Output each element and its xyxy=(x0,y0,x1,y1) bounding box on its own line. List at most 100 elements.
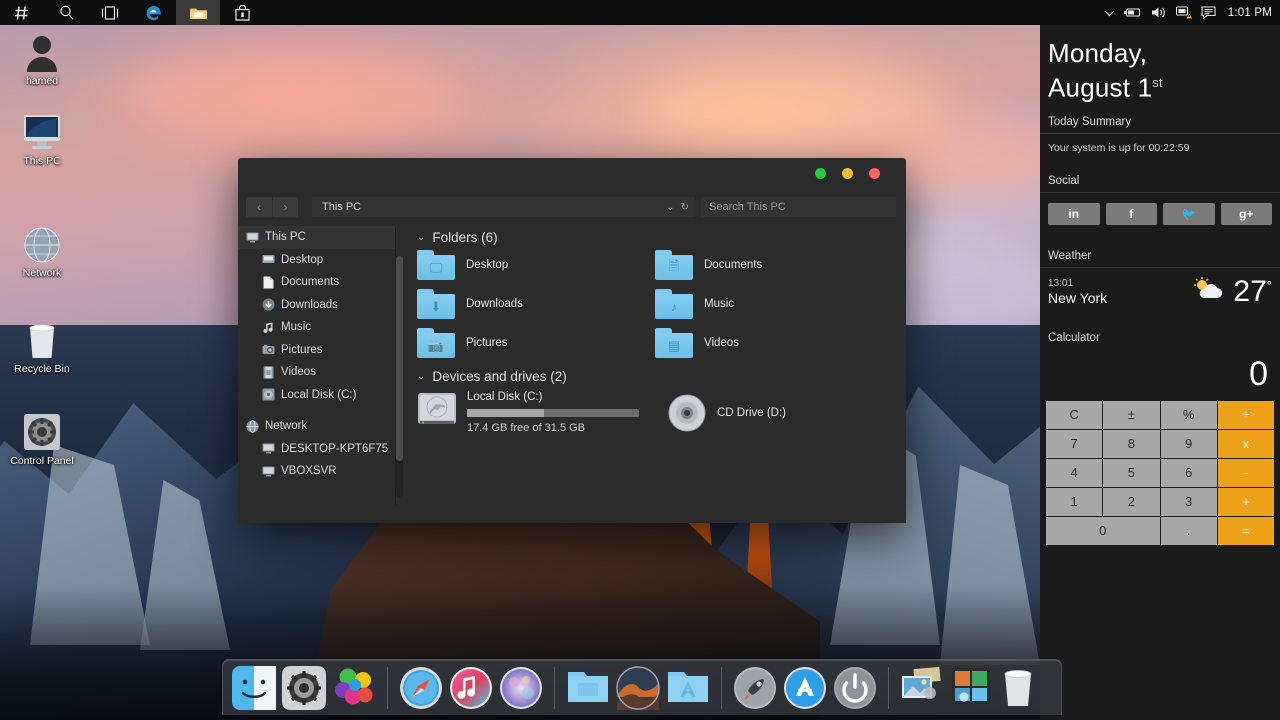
store-button[interactable] xyxy=(220,0,264,25)
scrollbar-thumb[interactable] xyxy=(396,256,403,461)
calc-key-3[interactable]: 3 xyxy=(1160,487,1217,516)
back-button[interactable]: ‹ xyxy=(246,197,272,217)
weather-widget[interactable]: 13:01 New York 27° xyxy=(1040,268,1280,319)
search-input[interactable]: Search This PC xyxy=(701,197,896,217)
calc-key-1[interactable]: 1 xyxy=(1046,487,1103,516)
start-button[interactable] xyxy=(0,0,44,25)
notification-icon[interactable] xyxy=(1201,6,1216,19)
folder-item-documents[interactable]: 🗎 Documents xyxy=(655,250,893,280)
calc-key-7[interactable]: 7 xyxy=(1046,429,1103,458)
chevron-down-icon[interactable]: ⌄ xyxy=(666,202,674,213)
sidebar-item-documents[interactable]: Documents xyxy=(238,271,395,294)
search-button[interactable] xyxy=(44,0,88,25)
sidebar-item-music[interactable]: Music xyxy=(238,316,395,339)
file-explorer-button[interactable] xyxy=(176,0,220,25)
folder-item-music[interactable]: ♪ Music xyxy=(655,289,893,319)
drive-item-cd-drive[interactable]: CD Drive (D:) xyxy=(667,391,906,434)
dock-itunes[interactable] xyxy=(449,666,493,710)
calc-key-decimal[interactable]: . xyxy=(1160,516,1217,545)
dock-power[interactable] xyxy=(833,666,877,710)
calc-key-plus[interactable]: + xyxy=(1217,487,1274,516)
folder-item-desktop[interactable]: 🖵 Desktop xyxy=(417,250,655,280)
folder-item-pictures[interactable]: 📷 Pictures xyxy=(417,328,655,358)
taskbar-clock[interactable]: 1:01 PM xyxy=(1228,7,1272,19)
dock-photos[interactable] xyxy=(499,666,543,710)
calc-key-plusminus[interactable]: ± xyxy=(1103,400,1160,429)
drive-name: Local Disk (C:) xyxy=(467,391,543,403)
sidebar-item-this-pc[interactable]: This PC xyxy=(238,226,395,249)
maximize-button[interactable] xyxy=(815,168,826,179)
chevron-up-icon[interactable] xyxy=(1104,9,1115,17)
linkedin-button[interactable]: in xyxy=(1048,202,1100,225)
calc-key-8[interactable]: 8 xyxy=(1103,429,1160,458)
dock-launchpad[interactable] xyxy=(733,666,777,710)
desktop-icon-recycle-bin[interactable]: Recycle Bin xyxy=(3,318,81,375)
dock-safari[interactable] xyxy=(399,666,443,710)
vertical-scrollbar[interactable] xyxy=(396,256,403,497)
dock-pictures-stack[interactable] xyxy=(900,666,944,710)
desktop-icon-control-panel[interactable]: Control Panel xyxy=(3,410,81,467)
desktop-icon-this-pc[interactable]: This PC xyxy=(3,110,81,167)
calc-key-9[interactable]: 9 xyxy=(1160,429,1217,458)
sidebar-item-vboxsvr[interactable]: VBOXSVR xyxy=(238,460,395,483)
address-bar[interactable]: This PC ⌄ ↻ xyxy=(312,197,695,217)
calc-key-6[interactable]: 6 xyxy=(1160,458,1217,487)
window-titlebar[interactable] xyxy=(238,158,906,192)
close-button[interactable] xyxy=(869,168,880,179)
folder-item-downloads[interactable]: ⬇ Downloads xyxy=(417,289,655,319)
dock-photos-bubbles[interactable] xyxy=(332,666,376,710)
sidebar-item-label: Pictures xyxy=(281,343,323,356)
edge-button[interactable] xyxy=(132,0,176,25)
drive-item-local-disk[interactable]: Local Disk (C:) 17.4 GB free of 31.5 GB xyxy=(417,391,667,434)
devices-header-label: Devices and drives (2) xyxy=(432,369,567,384)
desktop-icon-network[interactable]: Network xyxy=(3,222,81,279)
googleplus-button[interactable]: g+ xyxy=(1220,202,1272,225)
speaker-icon[interactable] xyxy=(1151,6,1167,19)
minimize-button[interactable] xyxy=(842,168,853,179)
file-explorer-window[interactable]: ‹ › This PC ⌄ ↻ Search This PC This PC De… xyxy=(238,158,906,523)
sidebar-item-network[interactable]: Network xyxy=(238,415,395,438)
calc-key-2[interactable]: 2 xyxy=(1103,487,1160,516)
calc-key-equals[interactable]: = xyxy=(1217,516,1274,545)
calc-key-4[interactable]: 4 xyxy=(1046,458,1103,487)
calc-key-C[interactable]: C xyxy=(1046,400,1103,429)
dock-desktop-stack[interactable] xyxy=(950,666,994,710)
refresh-icon[interactable]: ↻ xyxy=(681,202,689,213)
sidebar-item-pictures[interactable]: Pictures xyxy=(238,339,395,362)
chevron-down-icon[interactable]: ⌄ xyxy=(417,371,425,382)
dock-documents-folder[interactable] xyxy=(566,666,610,710)
chevron-down-icon[interactable]: ⌄ xyxy=(417,232,425,243)
dock-trash[interactable] xyxy=(1000,666,1044,710)
network-warning-icon[interactable] xyxy=(1175,6,1192,19)
folder-item-videos[interactable]: ▤ Videos xyxy=(655,328,893,358)
facebook-button[interactable]: f xyxy=(1105,202,1157,225)
sidebar-item-desktop-kpt6f75[interactable]: DESKTOP-KPT6F75 xyxy=(238,438,395,461)
dock-applications-folder[interactable] xyxy=(666,666,710,710)
desktop-icon-hamed[interactable]: hamed xyxy=(3,30,81,87)
folders-group-header[interactable]: ⌄ Folders (6) xyxy=(417,230,906,245)
dock-downloads-stack[interactable] xyxy=(616,665,660,710)
dock-finder[interactable] xyxy=(232,665,276,710)
battery-icon[interactable] xyxy=(1123,7,1142,18)
calc-key-minus[interactable]: - xyxy=(1217,458,1274,487)
task-view-button[interactable] xyxy=(88,0,132,25)
dock-app-store[interactable] xyxy=(783,666,827,710)
forward-button[interactable]: › xyxy=(272,197,298,217)
capacity-bar xyxy=(467,409,639,417)
sidebar-item-desktop[interactable]: Desktop xyxy=(238,249,395,272)
sidebar-item-local-disk-c[interactable]: Local Disk (C:) xyxy=(238,384,395,407)
calc-key-0[interactable]: 0 xyxy=(1046,516,1160,545)
sidebar-item-downloads[interactable]: Downloads xyxy=(238,294,395,317)
dock-system-preferences[interactable] xyxy=(282,665,326,710)
calc-key-5[interactable]: 5 xyxy=(1103,458,1160,487)
calc-key-percent[interactable]: % xyxy=(1160,400,1217,429)
weather-header: Weather xyxy=(1040,237,1280,268)
calc-key-divide[interactable]: ÷ xyxy=(1217,400,1274,429)
explorer-sidebar[interactable]: This PC Desktop Documents Downloads Music Pic… xyxy=(238,222,395,523)
devices-group-header[interactable]: ⌄ Devices and drives (2) xyxy=(417,369,906,384)
calc-key-x[interactable]: x xyxy=(1217,429,1274,458)
twitter-button[interactable]: 🐦 xyxy=(1163,202,1215,225)
camera-icon xyxy=(262,343,275,356)
sidebar-item-videos[interactable]: Videos xyxy=(238,361,395,384)
